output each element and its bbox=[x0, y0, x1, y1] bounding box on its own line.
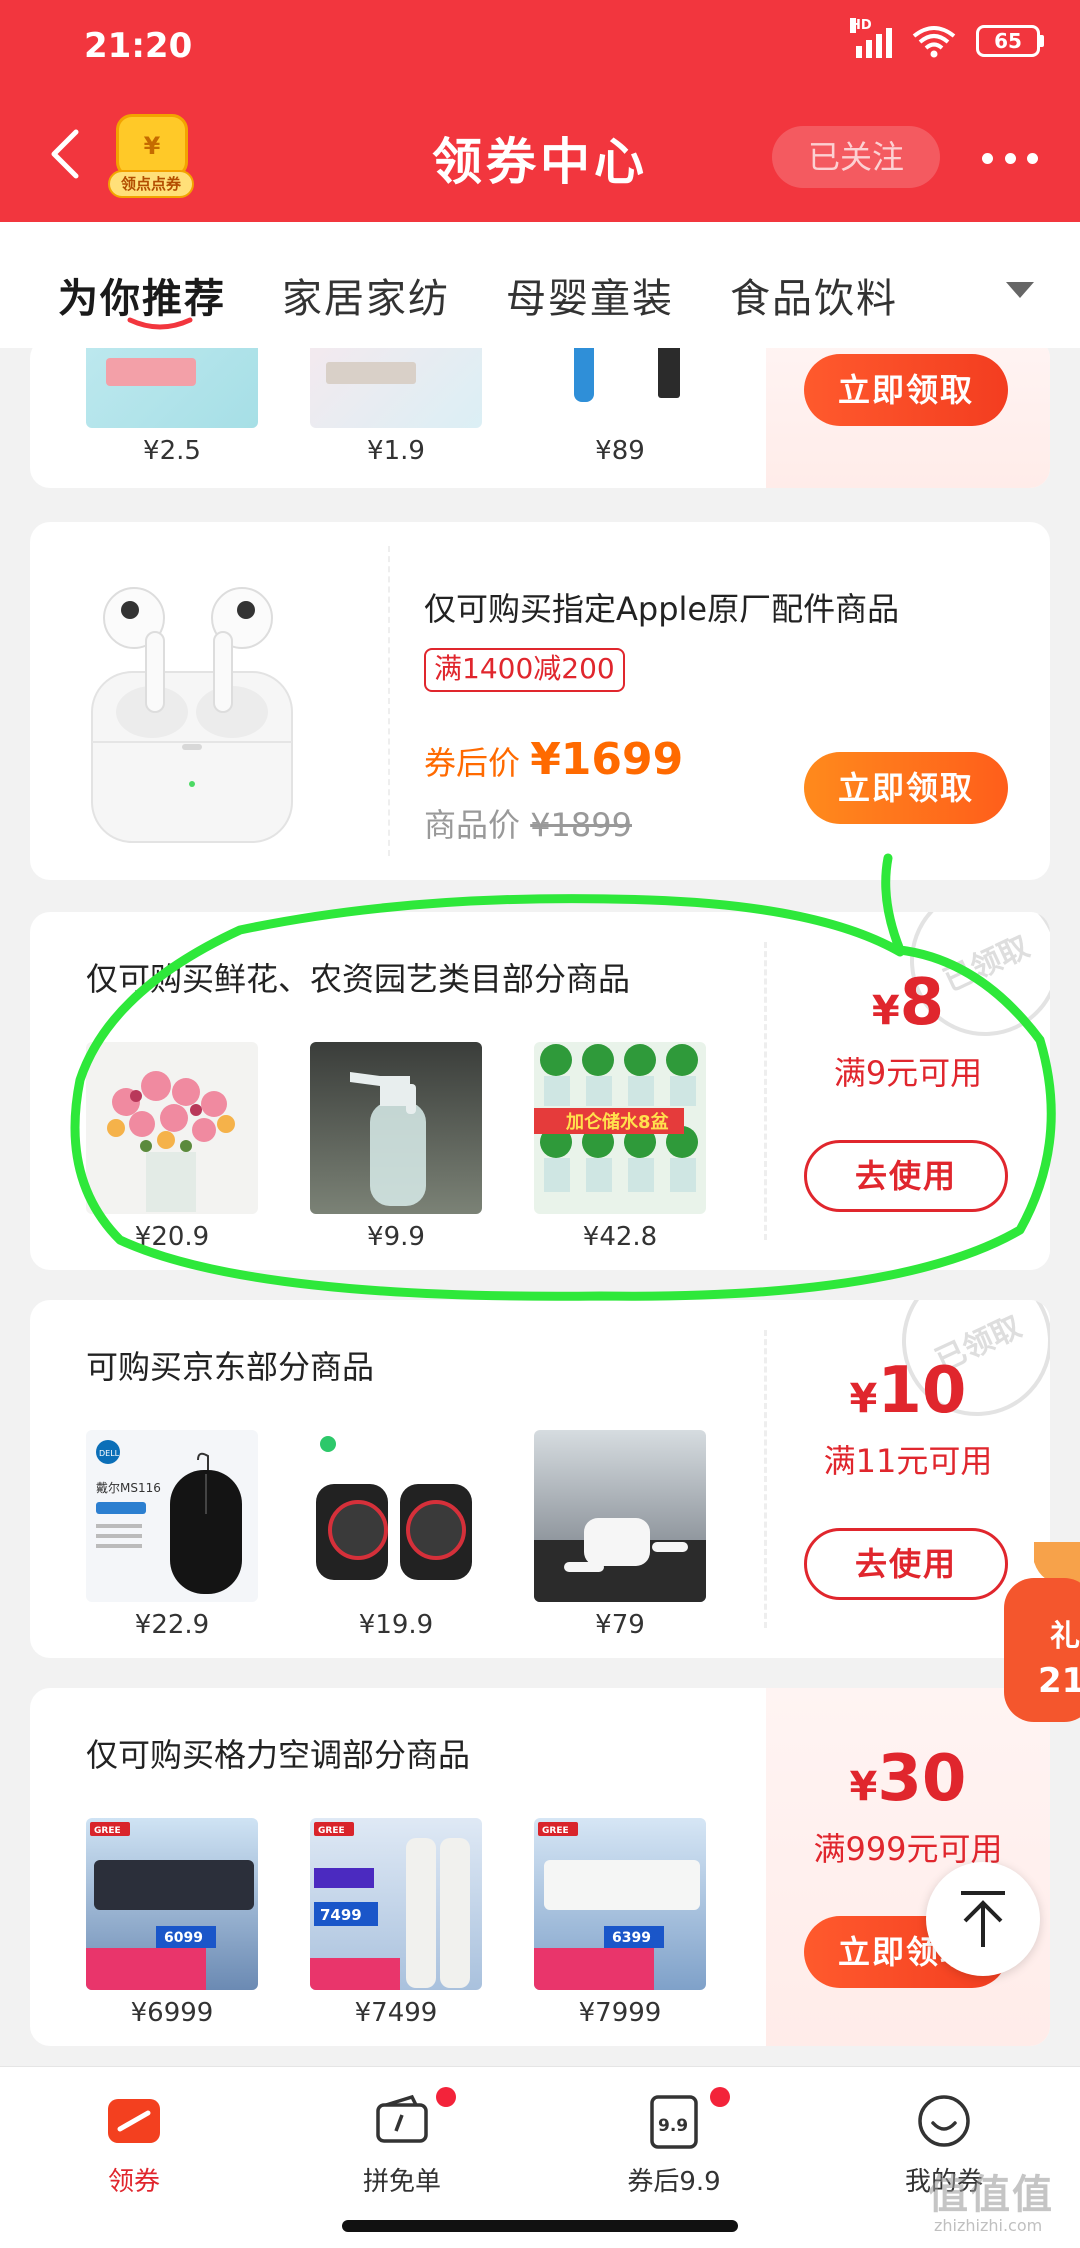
product-price: ¥7499 bbox=[354, 1998, 438, 2028]
svg-text:9.9: 9.9 bbox=[658, 2116, 688, 2136]
follow-button[interactable]: 已关注 bbox=[772, 126, 940, 188]
tab-food[interactable]: 食品饮料 bbox=[730, 266, 898, 324]
gift-text: 礼 bbox=[1050, 1619, 1080, 1654]
nav-after-coupon[interactable]: 9.9 券后9.9 bbox=[574, 2087, 774, 2198]
product-price: ¥19.9 bbox=[358, 1610, 434, 1640]
product-price: ¥89 bbox=[595, 436, 645, 466]
coupon-value: ¥8 bbox=[871, 966, 945, 1040]
original-price: 商品价 ¥1899 bbox=[424, 806, 632, 844]
network-type: HD bbox=[850, 18, 872, 33]
nav-group-free[interactable]: 拼免单 bbox=[302, 2087, 502, 2198]
product-thumb[interactable]: GREE 6399 bbox=[534, 1818, 706, 1990]
watermark: 值值值 bbox=[928, 2172, 1054, 2218]
battery-level: 65 bbox=[976, 25, 1040, 57]
coupon-card-apple: 仅可购买指定Apple原厂配件商品 满1400减200 券后价 ¥1699 商品… bbox=[30, 522, 1050, 880]
svg-text:6399: 6399 bbox=[612, 1930, 651, 1946]
coupon-card-jd: 已领取 可购买京东部分商品 DELL 戴尔MS116 ¥22.9 ¥19.9 ¥… bbox=[30, 1300, 1050, 1658]
discount-tag: 满1400减200 bbox=[424, 648, 625, 692]
product-price: ¥42.8 bbox=[582, 1222, 658, 1252]
coupon-card-flowers: 已领取 仅可购买鲜花、农资园艺类目部分商品 加仑储水8盆 ¥20.9 ¥9.9 … bbox=[30, 912, 1050, 1270]
watermark-url: zhizhizhi.com bbox=[934, 2216, 1043, 2235]
product-price: ¥9.9 bbox=[367, 1222, 425, 1252]
header-bar: 21:20 HD 65 ¥ 领点点券 领券中心 已关注 bbox=[0, 0, 1080, 222]
claim-button[interactable]: 立即领取 bbox=[804, 752, 1008, 824]
expand-tabs-icon[interactable] bbox=[1004, 280, 1036, 300]
coupon-title: 仅可购买格力空调部分商品 bbox=[86, 1736, 471, 1774]
product-thumb[interactable] bbox=[310, 348, 482, 428]
coupon-title: 可购买京东部分商品 bbox=[86, 1348, 375, 1386]
product-price: ¥2.5 bbox=[143, 436, 201, 466]
gift-float[interactable]: 礼 21 bbox=[1004, 1542, 1080, 1722]
product-price: ¥7999 bbox=[578, 1998, 662, 2028]
thumb-banner-text: 加仑储水8盆 bbox=[565, 1111, 670, 1133]
product-thumb[interactable] bbox=[310, 1042, 482, 1214]
coupon-value: ¥30 bbox=[849, 1742, 967, 1816]
wifi-icon bbox=[912, 26, 956, 58]
product-thumb[interactable]: 加仑储水8盆 bbox=[534, 1042, 706, 1214]
home-indicator[interactable] bbox=[342, 2220, 738, 2232]
coupon-list: ¥2.5 ¥1.9 ¥89 立即领取 仅可购买指定Apple原厂配件商品 满14… bbox=[0, 348, 1080, 2068]
airpods-image[interactable] bbox=[82, 562, 322, 852]
product-thumb[interactable] bbox=[310, 1430, 482, 1602]
coupon-title: 仅可购买鲜花、农资园艺类目部分商品 bbox=[86, 960, 631, 998]
product-thumb[interactable] bbox=[86, 348, 258, 428]
product-thumb[interactable] bbox=[534, 348, 706, 428]
status-time: 21:20 bbox=[84, 26, 193, 66]
model-text: 戴尔MS116 bbox=[96, 1480, 161, 1495]
svg-text:GREE: GREE bbox=[318, 1826, 345, 1836]
nav-coupons[interactable]: 领券 bbox=[34, 2091, 234, 2198]
product-price: ¥20.9 bbox=[134, 1222, 210, 1252]
product-price: ¥79 bbox=[595, 1610, 645, 1640]
coupon-value: ¥10 bbox=[849, 1354, 967, 1428]
product-thumb[interactable]: GREE 7499 bbox=[310, 1818, 482, 1990]
product-thumb[interactable]: DELL 戴尔MS116 bbox=[86, 1430, 258, 1602]
coupon-card-gree: 仅可购买格力空调部分商品 GREE 6099 GREE 7499 GREE 63… bbox=[30, 1688, 1050, 2046]
product-thumb[interactable]: GREE 6099 bbox=[86, 1818, 258, 1990]
product-price: ¥1.9 bbox=[367, 436, 425, 466]
svg-text:7499: 7499 bbox=[320, 1906, 362, 1924]
tab-home[interactable]: 家居家纺 bbox=[282, 266, 450, 324]
more-icon[interactable] bbox=[982, 138, 1038, 178]
coupon-title: 仅可购买指定Apple原厂配件商品 bbox=[424, 590, 900, 628]
claim-button[interactable]: 立即领取 bbox=[804, 354, 1008, 426]
arrow-up-icon bbox=[961, 1891, 1005, 1947]
svg-text:6099: 6099 bbox=[164, 1930, 203, 1946]
coupon-icon bbox=[104, 2091, 164, 2151]
back-to-top-button[interactable] bbox=[926, 1862, 1040, 1976]
coupon-condition: 满999元可用 bbox=[813, 1830, 1003, 1868]
price-tag-icon: 9.9 bbox=[644, 2087, 730, 2151]
tab-active-indicator bbox=[127, 317, 193, 330]
svg-text:21: 21 bbox=[1038, 1661, 1080, 1701]
coupon-condition: 满9元可用 bbox=[833, 1054, 983, 1092]
ticket-icon bbox=[372, 2087, 456, 2151]
product-thumb[interactable] bbox=[86, 1042, 258, 1214]
smile-icon bbox=[914, 2091, 974, 2151]
use-button[interactable]: 去使用 bbox=[804, 1140, 1008, 1212]
product-price: ¥6999 bbox=[130, 1998, 214, 2028]
product-price: ¥22.9 bbox=[134, 1610, 210, 1640]
coupon-condition: 满11元可用 bbox=[823, 1442, 993, 1480]
coupon-card: ¥2.5 ¥1.9 ¥89 立即领取 bbox=[30, 348, 1050, 488]
status-icons: HD 65 bbox=[850, 18, 1044, 58]
brand-text: DELL bbox=[99, 1449, 120, 1458]
tab-baby[interactable]: 母婴童装 bbox=[506, 266, 674, 324]
use-button[interactable]: 去使用 bbox=[804, 1528, 1008, 1600]
product-thumb[interactable] bbox=[534, 1430, 706, 1602]
after-coupon-price: 券后价 ¥1699 bbox=[424, 734, 684, 785]
battery-icon: 65 bbox=[976, 25, 1044, 57]
signal-icon: HD bbox=[850, 18, 892, 58]
svg-text:GREE: GREE bbox=[542, 1826, 569, 1836]
brand-text: GREE bbox=[94, 1826, 121, 1836]
